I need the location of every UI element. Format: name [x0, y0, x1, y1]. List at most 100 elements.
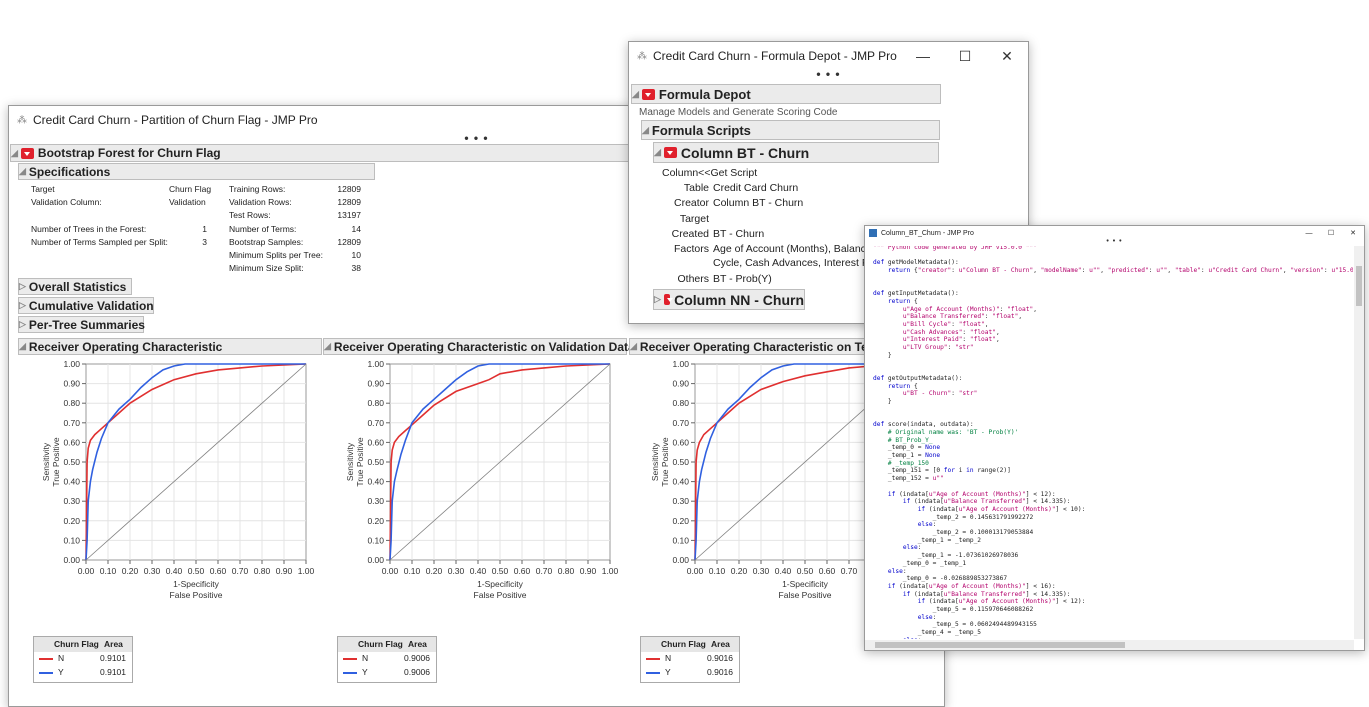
specifications-header[interactable]: ◢ Specifications — [18, 163, 375, 180]
disclosure-triangle-icon[interactable]: ◢ — [654, 147, 661, 158]
red-triangle-menu-icon[interactable] — [663, 147, 677, 158]
x-tick-label: 0.50 — [492, 566, 509, 576]
column-bt-churn-title: Column BT - Churn — [680, 144, 810, 161]
x-tick-label: 0.60 — [210, 566, 227, 576]
column-nn-churn-header[interactable]: ▷ Column NN - Churn — [653, 289, 805, 310]
x-axis-label: 1-Specificity — [782, 579, 829, 589]
code-text[interactable]: """ Python code generated by JMP v15.0.0… — [873, 246, 1353, 639]
close-button[interactable]: ✕ — [1342, 229, 1364, 237]
roc-title-validation: Receiver Operating Characteristic on Val… — [333, 339, 635, 354]
maximize-button[interactable]: ☐ — [1320, 229, 1342, 237]
x-tick-label: 0.80 — [254, 566, 271, 576]
formula-scripts-header[interactable]: ◢ Formula Scripts — [641, 120, 940, 140]
legend-label-y: Y — [665, 667, 671, 677]
specifications-title: Specifications — [28, 164, 111, 179]
cumulative-validation-header[interactable]: ▷ Cumulative Validation — [18, 297, 154, 314]
spec-label-terms-sampled: Number of Terms Sampled per Split: — [31, 237, 168, 247]
x-tick-label: 0.60 — [819, 566, 836, 576]
depot-value-others: BT - Prob(Y) — [713, 273, 772, 285]
horizontal-scrollbar[interactable] — [865, 640, 1354, 650]
x-tick-label: 0.30 — [144, 566, 161, 576]
red-triangle-menu-icon[interactable] — [641, 88, 655, 100]
vertical-scrollbar[interactable] — [1354, 246, 1364, 639]
x-tick-label: 0.70 — [232, 566, 249, 576]
code-window[interactable]: Column_BT_Churn - JMP Pro — ☐ ✕ • • • ""… — [864, 225, 1365, 651]
legend-col-churn-flag: Churn Flag — [661, 639, 706, 649]
bootstrap-forest-header[interactable]: ◢ Bootstrap Forest for Churn Flag — [10, 144, 652, 162]
roc-title-training: Receiver Operating Characteristic — [28, 339, 223, 354]
legend-swatch-n — [39, 658, 53, 660]
code-editor[interactable]: """ Python code generated by JMP v15.0.0… — [865, 246, 1353, 639]
legend-area-y: 0.9006 — [404, 667, 430, 677]
disclosure-triangle-icon[interactable]: ◢ — [642, 125, 649, 136]
disclosure-triangle-icon[interactable]: ◢ — [632, 89, 639, 100]
overall-statistics-header[interactable]: ▷ Overall Statistics — [18, 278, 132, 295]
disclosure-triangle-icon[interactable]: ▷ — [19, 319, 26, 330]
disclosure-triangle-icon[interactable]: ◢ — [324, 341, 331, 352]
y-axis-label: Sensitivity — [650, 442, 660, 481]
y-tick-label: 0.00 — [672, 555, 689, 565]
disclosure-triangle-icon[interactable]: ◢ — [19, 166, 26, 177]
spec-value-min-size-split: 38 — [351, 263, 361, 273]
disclosure-triangle-icon[interactable]: ◢ — [19, 341, 26, 352]
scrollbar-thumb[interactable] — [1356, 266, 1362, 306]
y-tick-label: 0.60 — [63, 437, 80, 447]
minimize-button[interactable]: — — [902, 48, 944, 64]
x-axis-label-secondary: False Positive — [170, 590, 223, 600]
red-triangle-menu-icon[interactable] — [663, 294, 674, 305]
x-tick-label: 0.20 — [122, 566, 139, 576]
y-tick-label: 0.40 — [367, 477, 384, 487]
disclosure-triangle-icon[interactable]: ▷ — [654, 294, 661, 305]
y-tick-label: 0.30 — [63, 496, 80, 506]
depot-more-menu[interactable]: • • • — [629, 68, 1028, 82]
spec-label-bootstrap-samples: Bootstrap Samples: — [229, 237, 304, 247]
depot-value-factors: Age of Account (Months), Balance T — [713, 243, 881, 255]
y-tick-label: 0.00 — [367, 555, 384, 565]
depot-titlebar[interactable]: ⁂ Credit Card Churn - Formula Depot - JM… — [629, 42, 1028, 70]
y-tick-label: 1.00 — [63, 359, 80, 369]
scrollbar-thumb[interactable] — [875, 642, 1125, 648]
column-bt-churn-header[interactable]: ◢ Column BT - Churn — [653, 142, 939, 163]
spec-value-min-splits: 10 — [351, 250, 361, 260]
spec-label-min-size-split: Minimum Size Split: — [229, 263, 304, 273]
formula-depot-header[interactable]: ◢ Formula Depot — [631, 84, 941, 104]
y-tick-label: 0.50 — [672, 457, 689, 467]
red-triangle-menu-icon[interactable] — [20, 147, 34, 159]
legend-area-y: 0.9101 — [100, 667, 126, 677]
legend-area-n: 0.9016 — [707, 653, 733, 663]
minimize-button[interactable]: — — [1298, 230, 1320, 237]
x-tick-label: 0.20 — [426, 566, 443, 576]
overall-statistics-title: Overall Statistics — [28, 279, 127, 294]
legend-swatch-y — [646, 672, 660, 674]
legend-label-y: Y — [362, 667, 368, 677]
per-tree-summaries-title: Per-Tree Summaries — [28, 317, 145, 332]
roc-header-validation[interactable]: ◢ Receiver Operating Characteristic on V… — [323, 338, 635, 355]
y-tick-label: 0.20 — [672, 516, 689, 526]
y-tick-label: 0.20 — [63, 516, 80, 526]
per-tree-summaries-header[interactable]: ▷ Per-Tree Summaries — [18, 316, 145, 333]
roc-chart-validation[interactable]: 0.00 0.10 0.20 0.30 0.40 0.50 0.60 0.70 0.80 0.90… — [340, 356, 620, 631]
depot-value-creator: Column BT - Churn — [713, 197, 804, 209]
legend-area-n: 0.9006 — [404, 653, 430, 663]
maximize-button[interactable]: ☐ — [944, 48, 986, 65]
spec-value-target: Churn Flag — [169, 184, 212, 194]
disclosure-triangle-icon[interactable]: ▷ — [19, 300, 26, 311]
disclosure-triangle-icon[interactable]: ▷ — [19, 281, 26, 292]
spec-label-validation-column: Validation Column: — [31, 197, 102, 207]
roc-chart-training[interactable]: 0.00 0.10 0.20 0.30 0.40 0.50 0.60 0.70 0.80 0.90… — [36, 356, 316, 631]
spec-label-number-of-trees: Number of Trees in the Forest: — [31, 224, 147, 234]
x-tick-label: 0.90 — [276, 566, 293, 576]
close-button[interactable]: ✕ — [986, 48, 1028, 65]
disclosure-triangle-icon[interactable]: ◢ — [630, 341, 637, 352]
y-tick-label: 0.40 — [63, 477, 80, 487]
x-tick-label: 0.40 — [775, 566, 792, 576]
spec-label-test-rows: Test Rows: — [229, 210, 271, 220]
y-axis-label-secondary: True Positive — [355, 437, 365, 487]
depot-label-table: Table — [683, 182, 709, 194]
y-tick-label: 0.80 — [672, 398, 689, 408]
x-tick-label: 1.00 — [602, 566, 619, 576]
y-tick-label: 0.40 — [672, 477, 689, 487]
disclosure-triangle-icon[interactable]: ◢ — [11, 148, 18, 159]
spec-label-min-splits: Minimum Splits per Tree: — [229, 250, 323, 260]
roc-header-training[interactable]: ◢ Receiver Operating Characteristic — [18, 338, 322, 355]
